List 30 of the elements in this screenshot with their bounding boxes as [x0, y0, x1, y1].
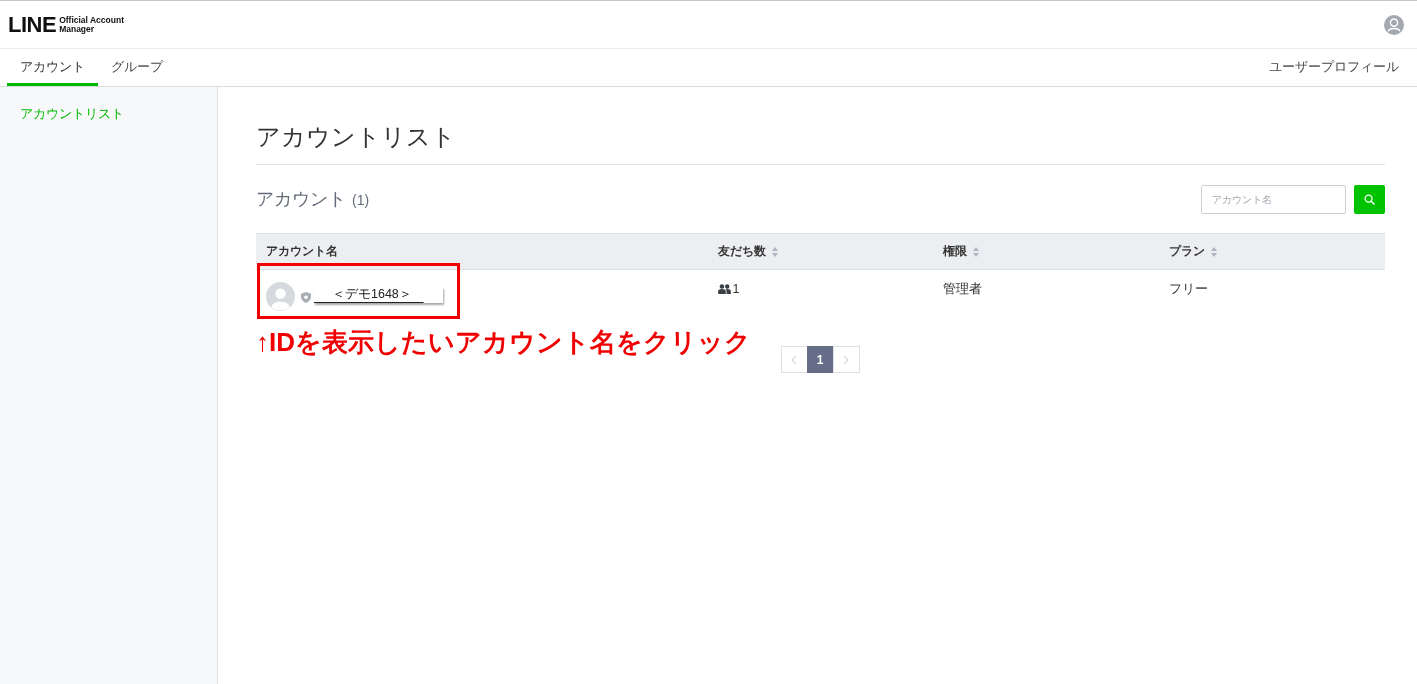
user-profile-link[interactable]: ユーザープロフィール — [1269, 59, 1399, 76]
column-header[interactable]: 権限 — [943, 243, 968, 260]
sort-icon[interactable] — [1211, 246, 1218, 257]
search-field[interactable]: アカウント名 — [1201, 184, 1346, 214]
page-title: アカウントリスト — [256, 121, 1385, 165]
user-avatar-icon[interactable] — [1384, 14, 1404, 35]
plan-cell-text: フリー — [1169, 281, 1209, 298]
sort-icon[interactable] — [973, 246, 980, 257]
column-header[interactable]: プラン — [1169, 243, 1206, 260]
section-title: アカウント — [256, 188, 346, 211]
chevron-right-icon — [843, 354, 849, 365]
column-header[interactable]: 友だち数 — [717, 243, 766, 260]
role-cell-text: 管理者 — [943, 281, 983, 298]
sort-icon[interactable] — [771, 246, 778, 257]
friend-count: 1 — [732, 281, 740, 298]
search-icon — [1364, 193, 1375, 205]
avatar-icon — [266, 282, 295, 311]
logo-subtitle: Official Account — [59, 15, 124, 25]
logo-wordmark: LINE — [8, 14, 57, 35]
nav-tab[interactable]: グループ — [98, 49, 176, 86]
account-name-link[interactable]: ＜デモ1648＞ — [314, 286, 443, 303]
shield-icon — [301, 292, 311, 303]
annotation-text: ↑IDを表示したいアカウント名をクリック — [256, 326, 751, 359]
account-count: (1) — [352, 192, 370, 208]
chevron-left-icon — [791, 354, 797, 365]
page-button[interactable]: 1 — [806, 346, 834, 373]
users-icon — [717, 284, 731, 294]
logo-subtitle: Manager — [59, 24, 96, 34]
column-header: アカウント名 — [266, 243, 338, 260]
search-button[interactable] — [1354, 184, 1385, 214]
